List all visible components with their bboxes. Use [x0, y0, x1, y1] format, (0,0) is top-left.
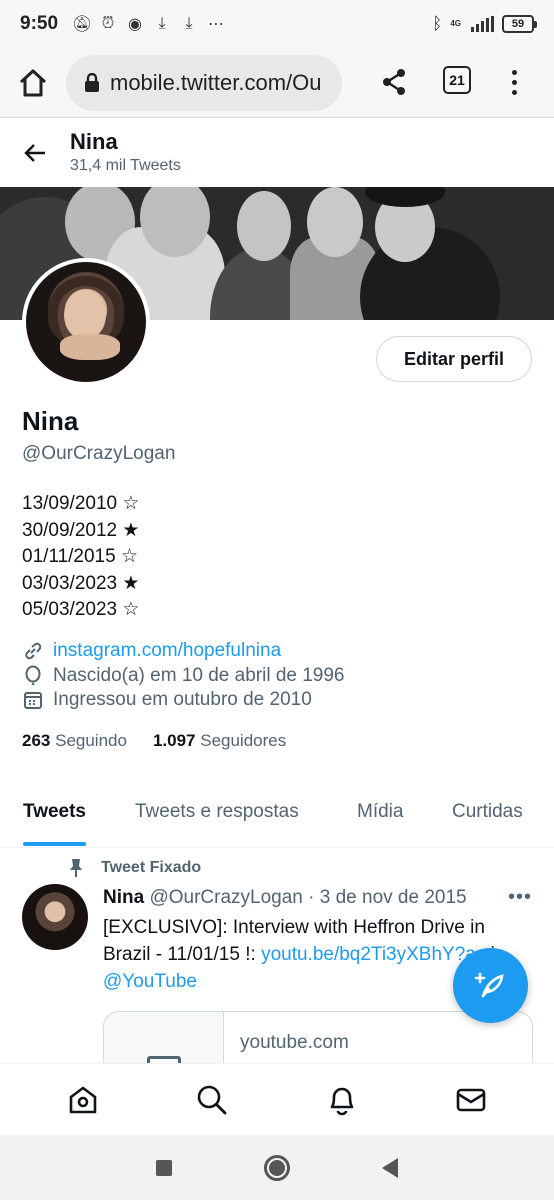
tweet-avatar[interactable]: [22, 884, 88, 950]
bluetooth-icon: ᛒ: [432, 14, 443, 33]
back-button[interactable]: [0, 119, 70, 187]
tab-tweets[interactable]: Tweets: [23, 786, 87, 846]
following-count: 263: [22, 731, 51, 750]
card-domain: youtube.com: [240, 1032, 349, 1053]
bio-line: 01/11/2015 ☆: [22, 546, 138, 567]
nav-home[interactable]: [53, 1084, 113, 1116]
bottom-navigation: [0, 1063, 554, 1135]
url-text: mobile.twitter.com/Ou: [110, 69, 322, 95]
profile-bio: 13/09/2010 ☆ 30/09/2012 ★ 01/11/2015 ☆ 0…: [22, 491, 139, 624]
profile-name: Nina: [22, 406, 79, 436]
bell-icon: [330, 1087, 354, 1115]
spotify-icon: ◉: [128, 16, 143, 33]
followers-link[interactable]: 1.097 Seguidores: [153, 731, 286, 751]
tweet-mention[interactable]: @YouTube: [103, 971, 197, 992]
system-navigation: [0, 1135, 554, 1200]
tab-switcher-button[interactable]: 21: [443, 66, 471, 94]
calendar-icon: [24, 692, 42, 709]
address-bar[interactable]: mobile.twitter.com/Ou: [66, 54, 342, 111]
pin-icon: [70, 859, 82, 877]
tweet-header: Nina @OurCrazyLogan · 3 de nov de 2015: [103, 887, 467, 909]
profile-joined-row: Ingressou em outubro de 2010: [22, 689, 312, 711]
browser-toolbar: mobile.twitter.com/Ou 21: [0, 48, 554, 118]
profile-tabs: Tweets Tweets e respostas Mídia Curtidas: [0, 786, 554, 848]
following-link[interactable]: 263 Seguindo: [22, 731, 127, 751]
browser-menu-button[interactable]: [500, 64, 528, 100]
home-icon: [19, 69, 47, 96]
share-icon: [383, 69, 405, 95]
header-tweet-count: 31,4 mil Tweets: [70, 157, 181, 174]
balloon-icon: [25, 665, 41, 685]
pinned-tweet-label: Tweet Fixado: [68, 858, 201, 878]
browser-home-button[interactable]: [0, 48, 66, 118]
link-icon: [25, 642, 42, 660]
followers-label: Seguidores: [200, 731, 287, 750]
follow-stats: 263 Seguindo 1.097 Seguidores: [22, 731, 286, 751]
tweet-link[interactable]: youtu.be/bq2Ti3yXBhY?a: [261, 944, 476, 965]
profile-link-row: instagram.com/hopefulnina: [22, 640, 281, 662]
battery-level: 59: [511, 18, 525, 30]
bio-line: 05/03/2023 ☆: [22, 599, 140, 620]
profile-joined: Ingressou em outubro de 2010: [53, 689, 312, 710]
profile-birthday-row: Nascido(a) em 10 de abril de 1996: [22, 665, 345, 687]
followers-count: 1.097: [152, 731, 196, 750]
header-name: Nina: [70, 129, 118, 154]
tweet-more-button[interactable]: •••: [508, 886, 532, 909]
mail-icon: [456, 1088, 486, 1111]
tweet-handle-date: @OurCrazyLogan · 3 de nov de 2015: [149, 887, 467, 908]
tab-tweets-replies[interactable]: Tweets e respostas: [135, 786, 299, 838]
profile-birthday: Nascido(a) em 10 de abril de 1996: [53, 665, 345, 686]
lock-icon: [85, 72, 99, 92]
notification-icons: 🔕︎ ⏰︎ ◉ ⤓ ⤓ ⋯: [72, 14, 225, 34]
tab-count: 21: [449, 72, 465, 88]
bio-line: 13/09/2010 ☆: [22, 493, 140, 514]
status-time: 9:50: [20, 13, 59, 34]
more-dots-icon: ⋯: [208, 16, 225, 33]
status-bar: 9:50 🔕︎ ⏰︎ ◉ ⤓ ⤓ ⋯ ᛒ 4G 59: [0, 0, 554, 48]
nav-messages[interactable]: [441, 1084, 501, 1116]
profile-header-bar: Nina 31,4 mil Tweets: [0, 119, 554, 187]
network-type: 4G: [450, 19, 461, 28]
profile-handle: @OurCrazyLogan: [22, 443, 176, 464]
bio-line: 30/09/2012 ★: [22, 519, 140, 541]
nav-search[interactable]: [182, 1084, 242, 1116]
nav-notifications[interactable]: [312, 1084, 372, 1116]
search-icon: [197, 1085, 227, 1114]
compose-tweet-icon: [474, 972, 504, 997]
share-button[interactable]: [378, 62, 410, 102]
tab-media[interactable]: Mídia: [357, 786, 403, 838]
battery-icon: 59: [502, 15, 537, 33]
home-circle-icon: [269, 1159, 285, 1176]
home-button[interactable]: [264, 1154, 290, 1181]
profile-avatar[interactable]: [22, 258, 150, 386]
compose-tweet-button[interactable]: [453, 948, 528, 1023]
signal-icon: [471, 16, 494, 32]
pinned-label-text: Tweet Fixado: [101, 859, 202, 876]
tweet-author[interactable]: Nina: [103, 887, 144, 908]
mute-bell-icon: 🔕︎: [72, 16, 93, 33]
menu-dot-icon: [511, 69, 517, 75]
download-icon: ⤓: [158, 15, 166, 32]
back-arrow-icon: [24, 144, 45, 162]
download-icon: ⤓: [185, 15, 193, 32]
back-button-system[interactable]: [382, 1157, 398, 1178]
alarm-icon: ⏰︎: [101, 15, 115, 32]
following-label: Seguindo: [55, 731, 127, 750]
bio-line: 03/03/2023 ★: [22, 572, 140, 594]
home-icon: [69, 1086, 97, 1113]
profile-website-link[interactable]: instagram.com/hopefulnina: [53, 640, 281, 662]
recents-button[interactable]: [156, 1159, 172, 1176]
tab-likes[interactable]: Curtidas: [452, 786, 523, 838]
edit-profile-button[interactable]: Editar perfil: [376, 336, 532, 382]
